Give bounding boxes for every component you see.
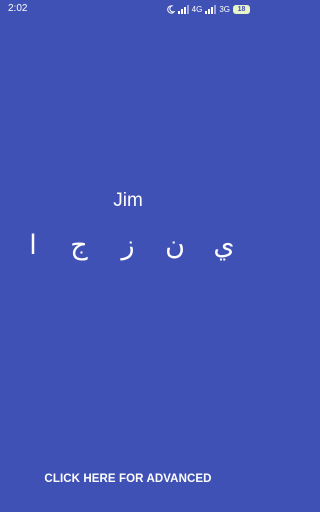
letter-1[interactable]: ا (21, 226, 45, 266)
word-label: Jim (113, 190, 143, 211)
letter-4[interactable]: ن (163, 226, 187, 266)
signal-icon (177, 4, 189, 14)
letter-3[interactable]: ز (116, 226, 140, 266)
advanced-button[interactable]: CLICK HERE FOR ADVANCED (28, 466, 228, 492)
signal-icon (205, 4, 217, 14)
battery-icon: 18 (233, 4, 250, 14)
network-type-1: 4G (191, 4, 203, 14)
letters-row: ا ج ز ن ي (0, 226, 256, 266)
network-type-2: 3G (219, 4, 230, 14)
status-time: 2:02 (8, 3, 28, 14)
letter-5[interactable]: ي (212, 226, 236, 266)
status-icons: 4G 3G 18 (166, 3, 250, 15)
status-bar: 2:02 4G 3G 18 (0, 0, 256, 18)
moon-icon (166, 4, 175, 14)
letter-2[interactable]: ج (67, 226, 91, 266)
